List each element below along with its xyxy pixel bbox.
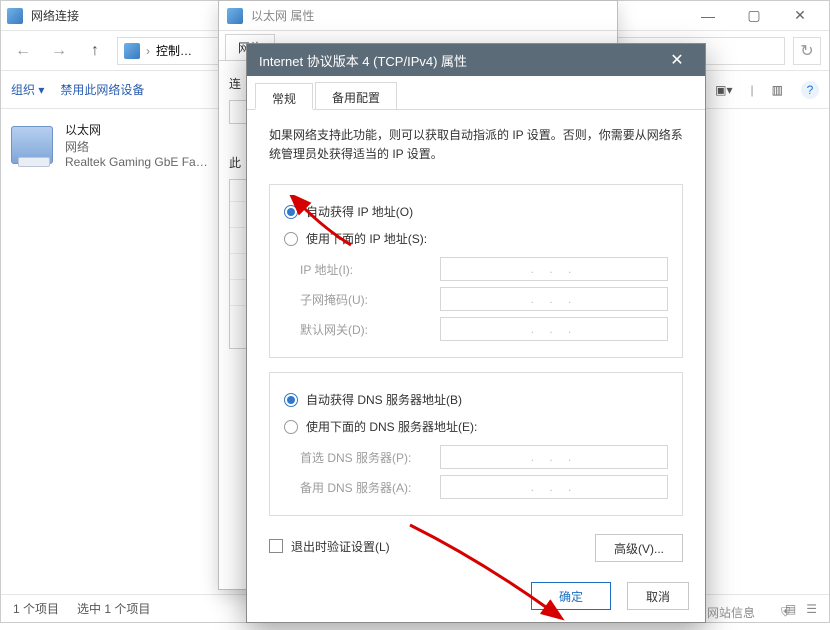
validate-checkbox-row[interactable]: 退出时验证设置(L) 高级(V)... — [269, 530, 683, 562]
site-info-label: 网站信息 — [707, 604, 755, 621]
window-icon — [7, 8, 23, 24]
ip-settings-group: 自动获得 IP 地址(O) 使用下面的 IP 地址(S): IP 地址(I): … — [269, 184, 683, 358]
gateway-label: 默认网关(D): — [300, 321, 440, 338]
eth-title: 以太网 属性 — [251, 7, 314, 24]
toolbar-right: ▣▾ | ▥ ? — [715, 81, 819, 99]
ip-address-input[interactable]: . . . — [440, 257, 668, 281]
ipv4-titlebar[interactable]: Internet 协议版本 4 (TCP/IPv4) 属性 ✕ — [247, 44, 705, 76]
adapter-text: 以太网 网络 Realtek Gaming GbE Fa… — [65, 121, 208, 169]
radio-auto-dns-label: 自动获得 DNS 服务器地址(B) — [306, 391, 462, 408]
window-title: 网络连接 — [31, 7, 79, 24]
dns1-input[interactable]: . . . — [440, 445, 668, 469]
adapter-device: Realtek Gaming GbE Fa… — [65, 155, 208, 169]
refresh-button[interactable]: ↻ — [793, 37, 821, 65]
disable-device-button[interactable]: 禁用此网络设备 — [60, 81, 144, 98]
breadcrumb-icon — [124, 43, 140, 59]
gateway-input[interactable]: . . . — [440, 317, 668, 341]
adapter-icon — [11, 126, 53, 164]
subnet-mask-label: 子网掩码(U): — [300, 291, 440, 308]
ipv4-title: Internet 协议版本 4 (TCP/IPv4) 属性 — [259, 51, 661, 70]
ip-address-label: IP 地址(I): — [300, 261, 440, 278]
radio-auto-dns-row[interactable]: 自动获得 DNS 服务器地址(B) — [284, 391, 668, 408]
dns2-label: 备用 DNS 服务器(A): — [300, 479, 440, 496]
tab-general[interactable]: 常规 — [255, 83, 313, 110]
network-adapter-item[interactable]: 以太网 网络 Realtek Gaming GbE Fa… — [11, 121, 211, 169]
advanced-button[interactable]: 高级(V)... — [595, 534, 683, 562]
radio-manual-dns-row[interactable]: 使用下面的 DNS 服务器地址(E): — [284, 418, 668, 435]
breadcrumb-sep: › — [146, 44, 150, 58]
radio-manual-ip-label: 使用下面的 IP 地址(S): — [306, 230, 427, 247]
ipv4-body: 如果网络支持此功能，则可以获取自动指派的 IP 设置。否则，你需要从网络系统管理… — [247, 110, 705, 576]
maximize-button[interactable]: ▢ — [731, 1, 777, 31]
cancel-button[interactable]: 取消 — [627, 582, 689, 610]
ipv4-properties-dialog: Internet 协议版本 4 (TCP/IPv4) 属性 ✕ 常规 备用配置 … — [246, 43, 706, 623]
ipv4-tabs: 常规 备用配置 — [247, 76, 705, 110]
radio-auto-ip[interactable] — [284, 205, 298, 219]
tab-alternate[interactable]: 备用配置 — [315, 82, 397, 109]
browser-status-strip: 网站信息 ⛨ — [707, 604, 790, 621]
ok-button[interactable]: 确定 — [531, 582, 611, 610]
radio-manual-dns[interactable] — [284, 420, 298, 434]
radio-manual-dns-label: 使用下面的 DNS 服务器地址(E): — [306, 418, 477, 435]
subnet-mask-row: 子网掩码(U): . . . — [284, 287, 668, 311]
dns1-label: 首选 DNS 服务器(P): — [300, 449, 440, 466]
validate-checkbox[interactable] — [269, 539, 283, 553]
eth-titlebar: 以太网 属性 — [219, 1, 617, 31]
dns-settings-group: 自动获得 DNS 服务器地址(B) 使用下面的 DNS 服务器地址(E): 首选… — [269, 372, 683, 516]
radio-manual-ip-row[interactable]: 使用下面的 IP 地址(S): — [284, 230, 668, 247]
radio-auto-ip-row[interactable]: 自动获得 IP 地址(O) — [284, 203, 668, 220]
minimize-button[interactable]: — — [685, 1, 731, 31]
status-selected: 选中 1 个项目 — [77, 600, 150, 617]
adapter-name: 以太网 — [65, 121, 208, 138]
eth-title-icon — [227, 8, 243, 24]
ip-address-row: IP 地址(I): . . . — [284, 257, 668, 281]
adapter-status: 网络 — [65, 138, 208, 155]
radio-manual-ip[interactable] — [284, 232, 298, 246]
subnet-mask-input[interactable]: . . . — [440, 287, 668, 311]
help-icon[interactable]: ? — [801, 81, 819, 99]
dns1-row: 首选 DNS 服务器(P): . . . — [284, 445, 668, 469]
breadcrumb-item[interactable]: 控制… — [156, 42, 192, 59]
radio-auto-dns[interactable] — [284, 393, 298, 407]
details-pane-button[interactable]: ▥ — [772, 83, 783, 97]
validate-label: 退出时验证设置(L) — [291, 538, 390, 555]
dialog-buttons: 确定 取消 — [531, 582, 689, 610]
nav-forward-button[interactable]: → — [45, 37, 73, 65]
organize-menu[interactable]: 组织 ▾ — [11, 81, 44, 98]
ipv4-description: 如果网络支持此功能，则可以获取自动指派的 IP 设置。否则，你需要从网络系统管理… — [269, 126, 683, 164]
dns2-input[interactable]: . . . — [440, 475, 668, 499]
close-button[interactable]: ✕ — [777, 1, 823, 31]
status-item-count: 1 个项目 — [13, 600, 59, 617]
nav-back-button[interactable]: ← — [9, 37, 37, 65]
gateway-row: 默认网关(D): . . . — [284, 317, 668, 341]
view-list-icon[interactable]: ☰ — [806, 602, 817, 616]
view-mode-button[interactable]: ▣▾ — [715, 83, 732, 97]
window-controls: — ▢ ✕ — [685, 1, 823, 31]
shield-icon: ⛨ — [781, 605, 790, 620]
nav-up-button[interactable]: ↑ — [81, 37, 109, 65]
radio-auto-ip-label: 自动获得 IP 地址(O) — [306, 203, 413, 220]
advanced-row: 高级(V)... — [595, 534, 683, 562]
close-icon[interactable]: ✕ — [661, 50, 693, 70]
dns2-row: 备用 DNS 服务器(A): . . . — [284, 475, 668, 499]
